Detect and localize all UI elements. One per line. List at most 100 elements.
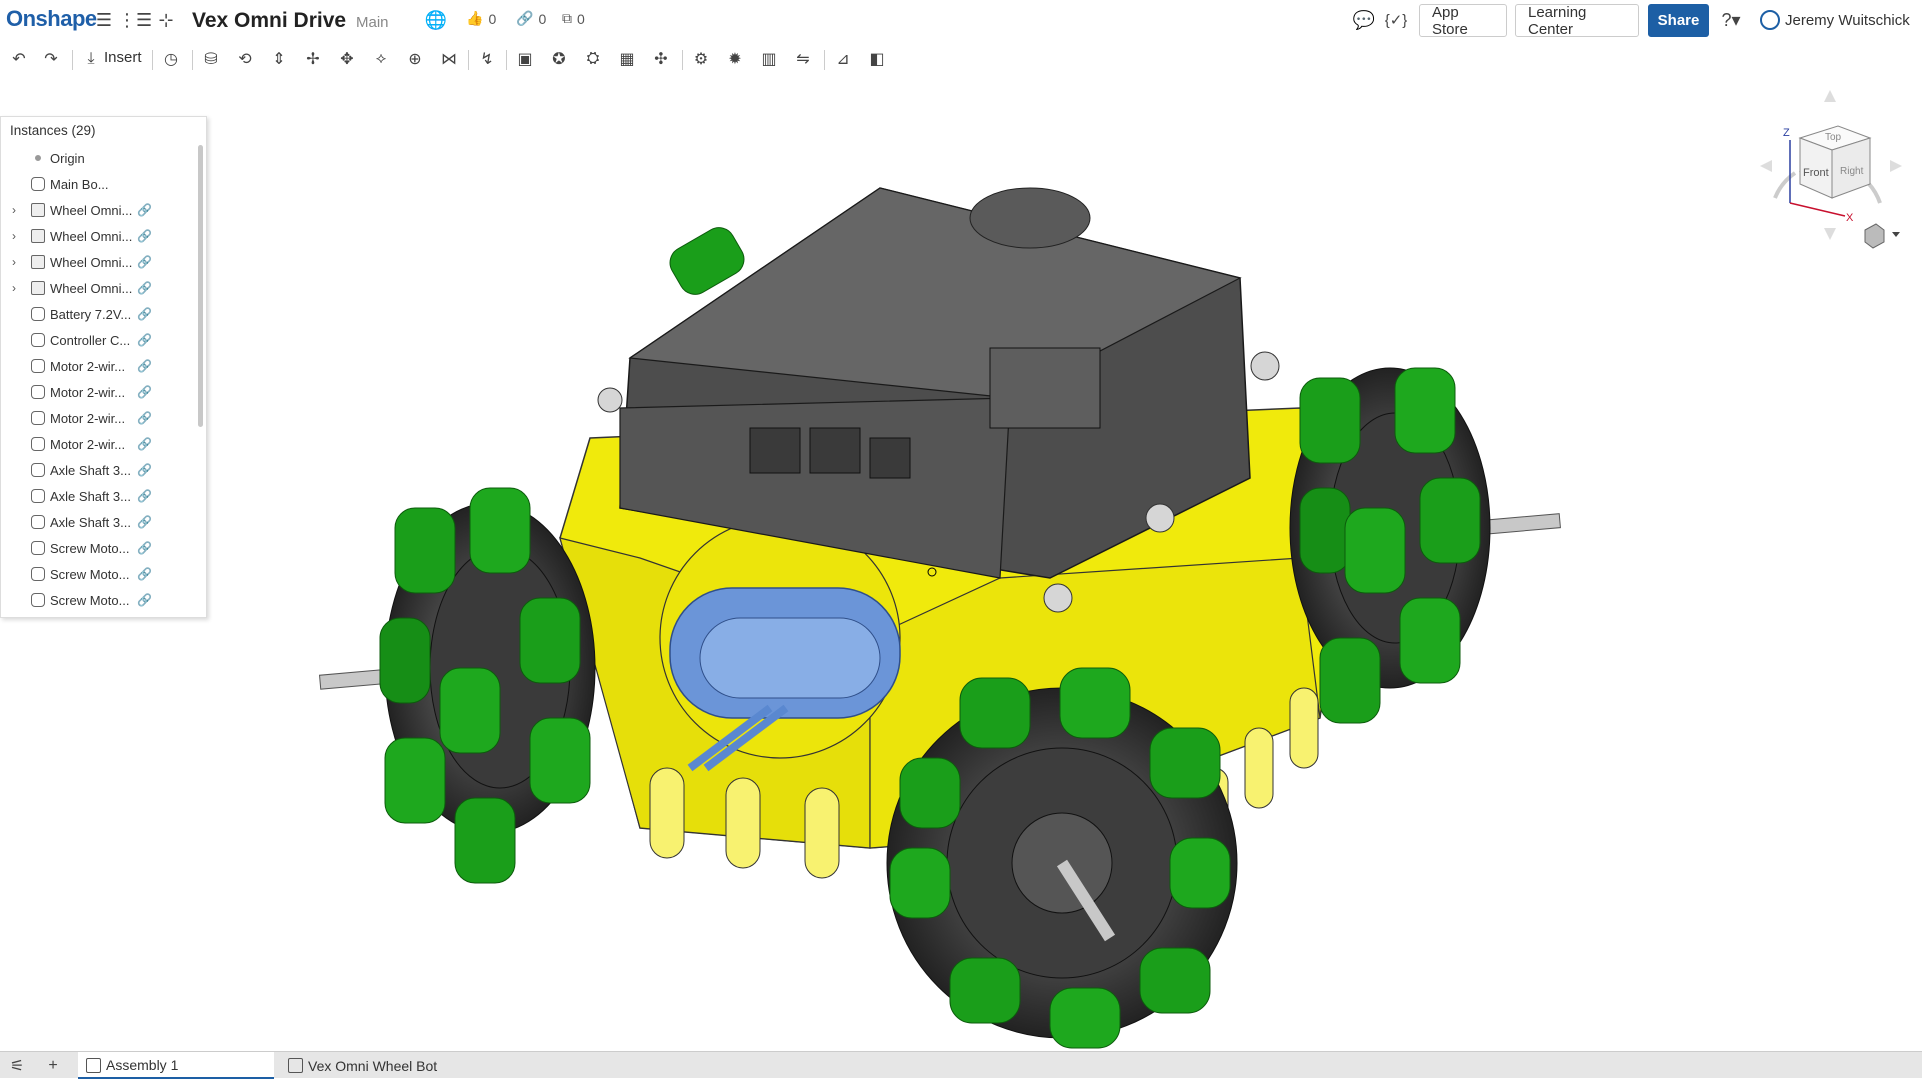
parallel-mate-icon[interactable]: ⋈ xyxy=(436,46,462,72)
instance-row[interactable]: Battery 7.2V... 🔗 xyxy=(1,303,191,325)
graphics-viewport[interactable]: Top Front Right Z X xyxy=(0,78,1922,1051)
relation-icon[interactable]: ⛭ xyxy=(580,46,606,72)
link-icon[interactable]: 🔗 xyxy=(137,411,152,425)
link-icon[interactable]: 🔗 xyxy=(137,593,152,607)
screw-relation-icon[interactable]: ▥ xyxy=(756,46,782,72)
add-tab-icon[interactable]: + xyxy=(42,1055,64,1077)
globe-icon[interactable]: 🌐 xyxy=(424,8,448,32)
rack-pinion-icon[interactable]: ✹ xyxy=(722,46,748,72)
cylindrical-mate-icon[interactable]: ✥ xyxy=(334,46,360,72)
pattern-icon[interactable]: ✣ xyxy=(648,46,674,72)
pin-slot-mate-icon[interactable]: ⟡ xyxy=(368,46,394,72)
wheel-omni-right[interactable] xyxy=(1289,367,1491,724)
link-icon[interactable]: 🔗 xyxy=(137,489,152,503)
instance-row[interactable]: Controller C... 🔗 xyxy=(1,329,191,351)
view-cube[interactable]: Top Front Right Z X xyxy=(1760,90,1902,249)
document-title[interactable]: Vex Omni Drive xyxy=(192,9,346,33)
hamburger-menu-icon[interactable]: ☰ xyxy=(92,8,116,32)
instance-row[interactable]: › Wheel Omni... 🔗 xyxy=(1,251,191,273)
branch-label[interactable]: Main xyxy=(356,14,389,31)
link-icon[interactable]: 🔗 xyxy=(137,437,152,451)
link-icon[interactable]: 🔗 xyxy=(137,307,152,321)
link-icon[interactable]: 🔗 xyxy=(137,281,152,295)
ball-mate-icon[interactable]: ⊕ xyxy=(402,46,428,72)
link-icon[interactable]: 🔗 xyxy=(137,385,152,399)
expand-chevron-icon[interactable]: › xyxy=(12,281,16,295)
instance-row[interactable]: Axle Shaft 3... 🔗 xyxy=(1,459,191,481)
user-menu[interactable]: Jeremy Wuitschick xyxy=(1760,10,1910,30)
view-cube-right-arrow[interactable] xyxy=(1890,160,1902,172)
instances-panel-title: Instances (29) xyxy=(10,123,96,138)
mate-connector-icon[interactable]: ✪ xyxy=(546,46,572,72)
instance-row[interactable]: › Wheel Omni... 🔗 xyxy=(1,277,191,299)
variable-icon[interactable]: {✓} xyxy=(1384,8,1408,32)
link-icon[interactable]: 🔗 xyxy=(137,333,152,347)
insert-icon[interactable]: ⤓ xyxy=(78,46,104,72)
instance-row[interactable]: Main Bo... xyxy=(1,173,191,195)
view-cube-left-arrow[interactable] xyxy=(1760,160,1772,172)
instance-row[interactable]: Motor 2-wir... 🔗 xyxy=(1,433,191,455)
likes-counter[interactable]: 👍 0 xyxy=(466,10,496,27)
help-icon[interactable]: ?▾ xyxy=(1716,8,1746,32)
insert-mate-icon[interactable]: ⊹ xyxy=(154,8,178,32)
instance-row[interactable]: Axle Shaft 3... 🔗 xyxy=(1,485,191,507)
linear-relation-icon[interactable]: ⇋ xyxy=(790,46,816,72)
revolute-mate-icon[interactable]: ⟲ xyxy=(232,46,258,72)
instance-row[interactable]: Screw Moto... 🔗 xyxy=(1,589,191,611)
instance-row[interactable]: › Wheel Omni... 🔗 xyxy=(1,225,191,247)
group-icon[interactable]: ▣ xyxy=(512,46,538,72)
instance-row[interactable]: Axle Shaft 3... 🔗 xyxy=(1,511,191,533)
tangent-mate-icon[interactable]: ↯ xyxy=(474,46,500,72)
insert-button-label[interactable]: Insert xyxy=(104,49,142,66)
fastened-mate-icon[interactable]: ⛁ xyxy=(198,46,224,72)
slider-mate-icon[interactable]: ⇕ xyxy=(266,46,292,72)
expand-chevron-icon[interactable]: › xyxy=(12,229,16,243)
tab-assembly-1[interactable]: Assembly 1 xyxy=(78,1052,274,1079)
assembly-tab-icon xyxy=(86,1058,101,1073)
instance-row[interactable]: Motor 2-wir... 🔗 xyxy=(1,355,191,377)
feature-list-icon[interactable]: ⋮☰ xyxy=(118,8,152,32)
link-icon[interactable]: 🔗 xyxy=(137,255,152,269)
copies-counter[interactable]: ⧉ 0 xyxy=(562,10,585,27)
tab-vex-omni-wheel-bot[interactable]: Vex Omni Wheel Bot xyxy=(280,1052,476,1079)
comment-icon[interactable]: 💬 xyxy=(1352,8,1376,32)
instance-row[interactable]: › Wheel Omni... 🔗 xyxy=(1,199,191,221)
app-store-button[interactable]: App Store xyxy=(1419,4,1507,38)
share-button[interactable]: Share xyxy=(1648,4,1709,37)
link-icon[interactable]: 🔗 xyxy=(137,515,152,529)
instance-label: Axle Shaft 3... xyxy=(50,462,131,478)
link-icon[interactable]: 🔗 xyxy=(137,229,152,243)
link-icon[interactable]: 🔗 xyxy=(137,463,152,477)
robot-model[interactable]: Top Front Right Z X xyxy=(0,78,1922,1051)
link-icon[interactable]: 🔗 xyxy=(137,203,152,217)
section-view-icon[interactable]: ◧ xyxy=(864,46,890,72)
planar-mate-icon[interactable]: ✢ xyxy=(300,46,326,72)
clock-icon[interactable]: ◷ xyxy=(158,46,184,72)
measure-icon[interactable]: ⊿ xyxy=(830,46,856,72)
expand-chevron-icon[interactable]: › xyxy=(12,203,16,217)
instance-row[interactable]: Screw Moto... 🔗 xyxy=(1,537,191,559)
instance-row[interactable]: Screw Moto... 🔗 xyxy=(1,563,191,585)
gear-relation-icon[interactable]: ⚙ xyxy=(688,46,714,72)
instances-scrollbar[interactable] xyxy=(198,145,203,427)
link-icon[interactable]: 🔗 xyxy=(137,567,152,581)
link-icon[interactable]: 🔗 xyxy=(137,359,152,373)
links-counter[interactable]: 🔗 0 xyxy=(516,10,546,27)
instance-row[interactable]: Motor 2-wir... 🔗 xyxy=(1,407,191,429)
redo-icon[interactable]: ↷ xyxy=(38,46,64,72)
view-options-icon[interactable] xyxy=(1864,223,1885,249)
part-instance-icon xyxy=(31,463,45,477)
instance-row[interactable]: Motor 2-wir... 🔗 xyxy=(1,381,191,403)
view-cube-down-arrow[interactable] xyxy=(1824,228,1836,240)
expand-chevron-icon[interactable]: › xyxy=(12,255,16,269)
view-cube-up-arrow[interactable] xyxy=(1824,90,1836,102)
view-options-dropdown-icon[interactable] xyxy=(1892,232,1900,237)
link-icon[interactable]: 🔗 xyxy=(137,541,152,555)
tab-manager-icon[interactable]: ⚟ xyxy=(6,1055,28,1077)
learning-center-button[interactable]: Learning Center xyxy=(1515,4,1639,38)
replicate-icon[interactable]: ▦ xyxy=(614,46,640,72)
instance-label: Origin xyxy=(50,150,85,166)
undo-icon[interactable]: ↶ xyxy=(6,46,32,72)
onshape-logo[interactable]: Onshape xyxy=(6,6,97,32)
instance-row[interactable]: Origin xyxy=(1,147,191,169)
